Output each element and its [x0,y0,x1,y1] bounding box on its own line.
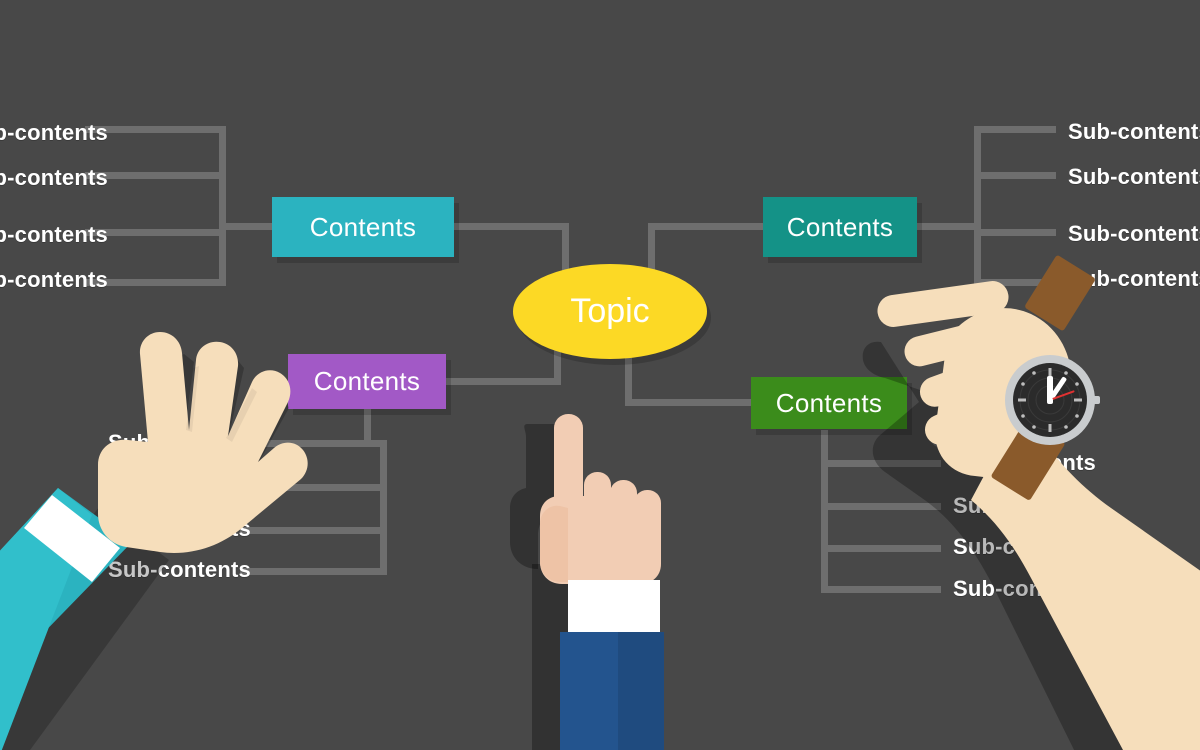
connector-topic-to-top-right-h [648,223,763,230]
sub-label-top-left-3: Sub-contents [0,222,108,247]
center-hand-sleeve [560,632,664,750]
connector-line-top-right-sub-1 [974,126,1056,133]
connector-line-top-right-sub-2 [974,172,1056,179]
connector-topic-to-top-left-h [454,223,569,230]
connector-line-top-right-bracket [974,126,981,286]
connector-topic-to-bottom-left-h [443,378,561,385]
right-hand [855,255,1200,750]
sub-label-top-left-2: Sub-contents [0,165,108,190]
content-box-top-left[interactable]: Contents [272,197,454,257]
connector-line-bottom-left-bracket [380,440,387,575]
mindmap-illustration: Sub-contents Sub-contents Sub-contents S… [0,0,1200,750]
connector-line-top-right-sub-3 [974,229,1056,236]
left-hand-palm [98,332,308,553]
topic-node[interactable]: Topic [513,264,707,359]
content-box-bottom-left[interactable]: Contents [288,354,446,409]
center-hand-palm-shade [540,505,568,582]
topic-label: Topic [570,292,650,330]
wristwatch [1005,355,1100,445]
content-box-top-right[interactable]: Contents [763,197,917,257]
content-box-top-right-label: Contents [786,211,894,242]
sub-label-top-right-2: Sub-contents [1068,164,1200,189]
connector-line-top-left-box-stub [219,223,274,230]
sub-label-top-left-4: Sub-contents [0,267,108,292]
center-hand-cuff [568,580,660,634]
content-box-bottom-left-label: Contents [313,366,421,396]
watch-crown [1093,396,1100,404]
connector-line-bottom-left-box-stub [364,404,371,444]
sub-label-top-left-1: Sub-contents [0,120,108,145]
sub-label-top-right-1: Sub-contents [1068,119,1200,144]
sub-label-top-right-3: Sub-contents [1068,221,1200,246]
connector-line-bottom-right-bracket [821,430,828,592]
center-hand [498,404,698,750]
content-box-top-left-label: Contents [309,211,417,242]
connector-line-top-right-box-stub [917,223,977,230]
left-hand [0,290,308,750]
connector-line-top-left-bracket [219,126,226,286]
